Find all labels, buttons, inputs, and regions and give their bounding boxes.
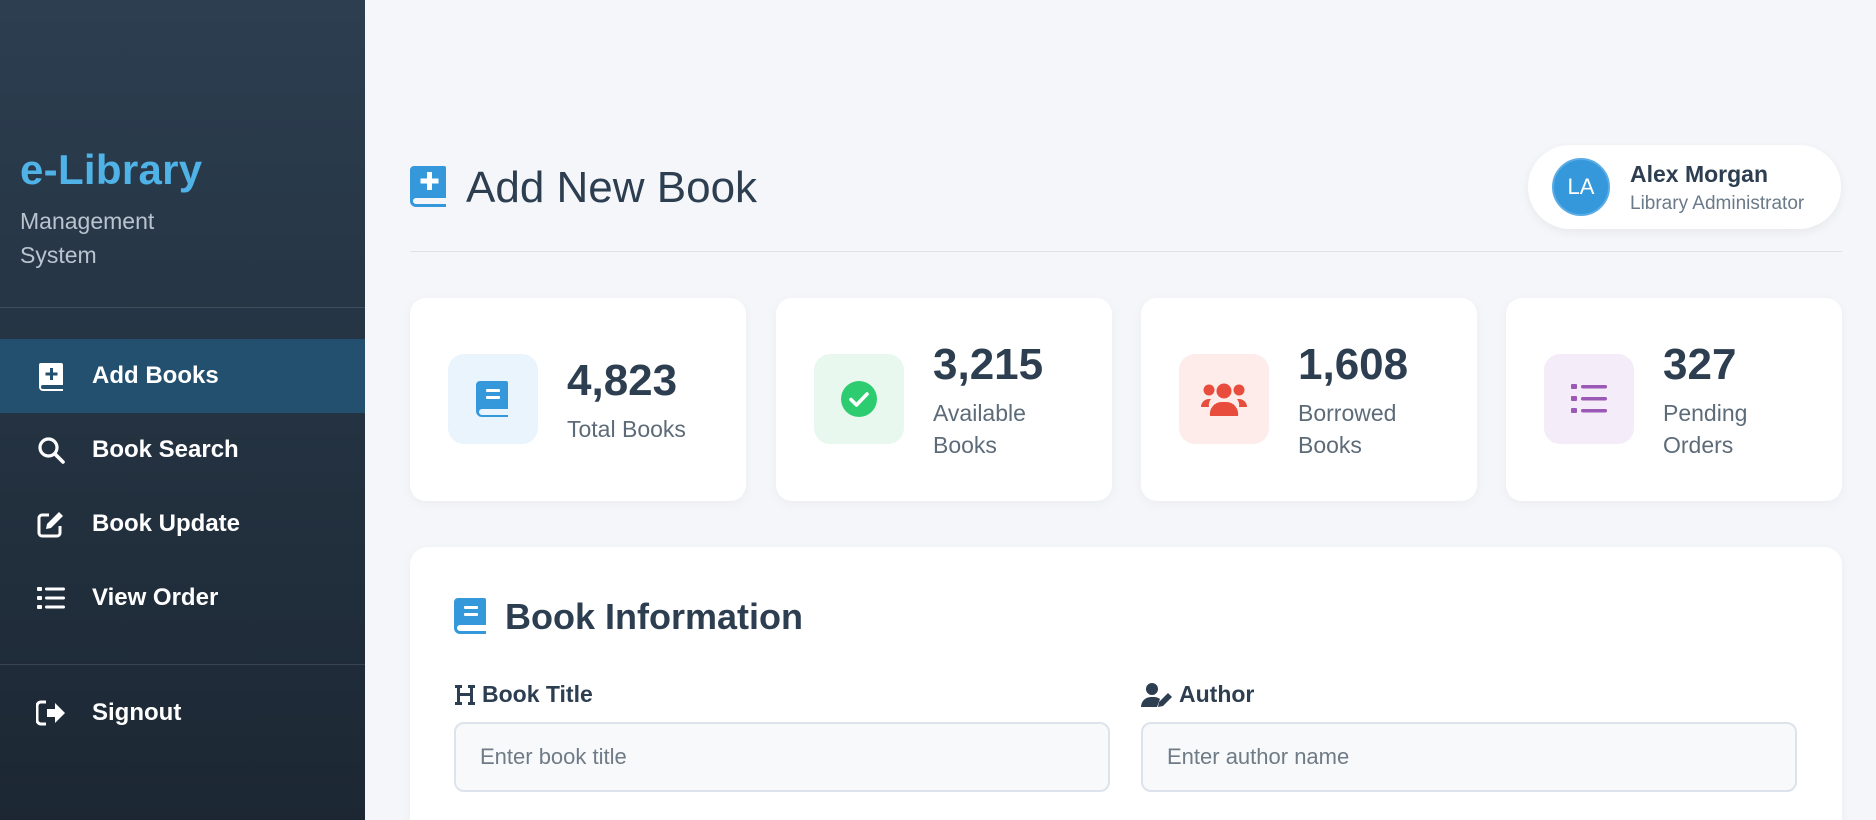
sidebar-item-label: View Order [92, 584, 219, 611]
user-name: Alex Morgan [1630, 161, 1769, 187]
sidebar-item-label: Add Books [92, 362, 219, 389]
book-plus-icon [36, 361, 66, 391]
sidebar-item-view-order[interactable]: View Order [0, 561, 365, 635]
stat-label: Available Books [933, 399, 1026, 458]
sidebar-item-book-update[interactable]: Book Update [0, 487, 365, 561]
book-information-panel: Book Information Book Title Author [410, 547, 1842, 820]
sidebar: e-Library Management System Add Books Bo [0, 0, 365, 820]
book-title-label: Book Title [454, 681, 593, 708]
stat-value: 327 [1663, 339, 1737, 389]
book-icon [448, 354, 538, 444]
stat-card-total-books: 4,823 Total Books [410, 298, 746, 501]
search-icon [36, 435, 66, 465]
brand: e-Library Management System [20, 146, 202, 272]
heading-icon [454, 683, 476, 707]
edit-icon [36, 509, 66, 539]
sidebar-item-book-search[interactable]: Book Search [0, 413, 365, 487]
book-icon [454, 597, 488, 635]
list-icon [36, 583, 66, 613]
signout-icon [36, 698, 66, 728]
stat-card-available-books: 3,215 Available Books [776, 298, 1112, 501]
stat-value: 3,215 [933, 339, 1044, 389]
brand-title: e-Library [20, 146, 203, 193]
book-title-input[interactable] [454, 722, 1110, 792]
user-role: Library Administrator [1630, 193, 1805, 214]
stat-label: Pending Orders [1663, 399, 1748, 458]
check-circle-icon [814, 354, 904, 444]
sidebar-item-label: Book Search [92, 436, 239, 463]
brand-subtitle: Management System [20, 208, 155, 268]
sidebar-item-label: Book Update [92, 510, 241, 537]
field-label-text: Author [1179, 681, 1255, 707]
avatar: LA [1552, 158, 1610, 216]
sidebar-divider [0, 664, 365, 665]
stat-label: Borrowed Books [1298, 399, 1397, 458]
author-input[interactable] [1141, 722, 1797, 792]
stat-label: Total Books [567, 415, 686, 442]
author-label: Author [1141, 681, 1254, 708]
stat-card-borrowed-books: 1,608 Borrowed Books [1141, 298, 1477, 501]
list-icon [1544, 354, 1634, 444]
stat-card-pending-orders: 327 Pending Orders [1506, 298, 1842, 501]
users-icon [1179, 354, 1269, 444]
section-title: Book Information [505, 596, 803, 637]
stat-value: 4,823 [567, 355, 678, 405]
page-title: Add New Book [466, 163, 758, 212]
field-label-text: Book Title [482, 681, 593, 707]
sidebar-item-add-books[interactable]: Add Books [0, 339, 365, 413]
user-profile[interactable]: LA Alex Morgan Library Administrator [1528, 145, 1841, 229]
stat-value: 1,608 [1298, 339, 1409, 389]
book-plus-icon [410, 164, 448, 208]
signout-label: Signout [92, 699, 182, 726]
user-pen-icon [1141, 682, 1173, 708]
sidebar-divider [0, 307, 365, 308]
sidebar-nav: Add Books Book Search Book Update View O… [0, 339, 365, 635]
header-divider [410, 251, 1842, 252]
signout-button[interactable]: Signout [0, 676, 365, 750]
